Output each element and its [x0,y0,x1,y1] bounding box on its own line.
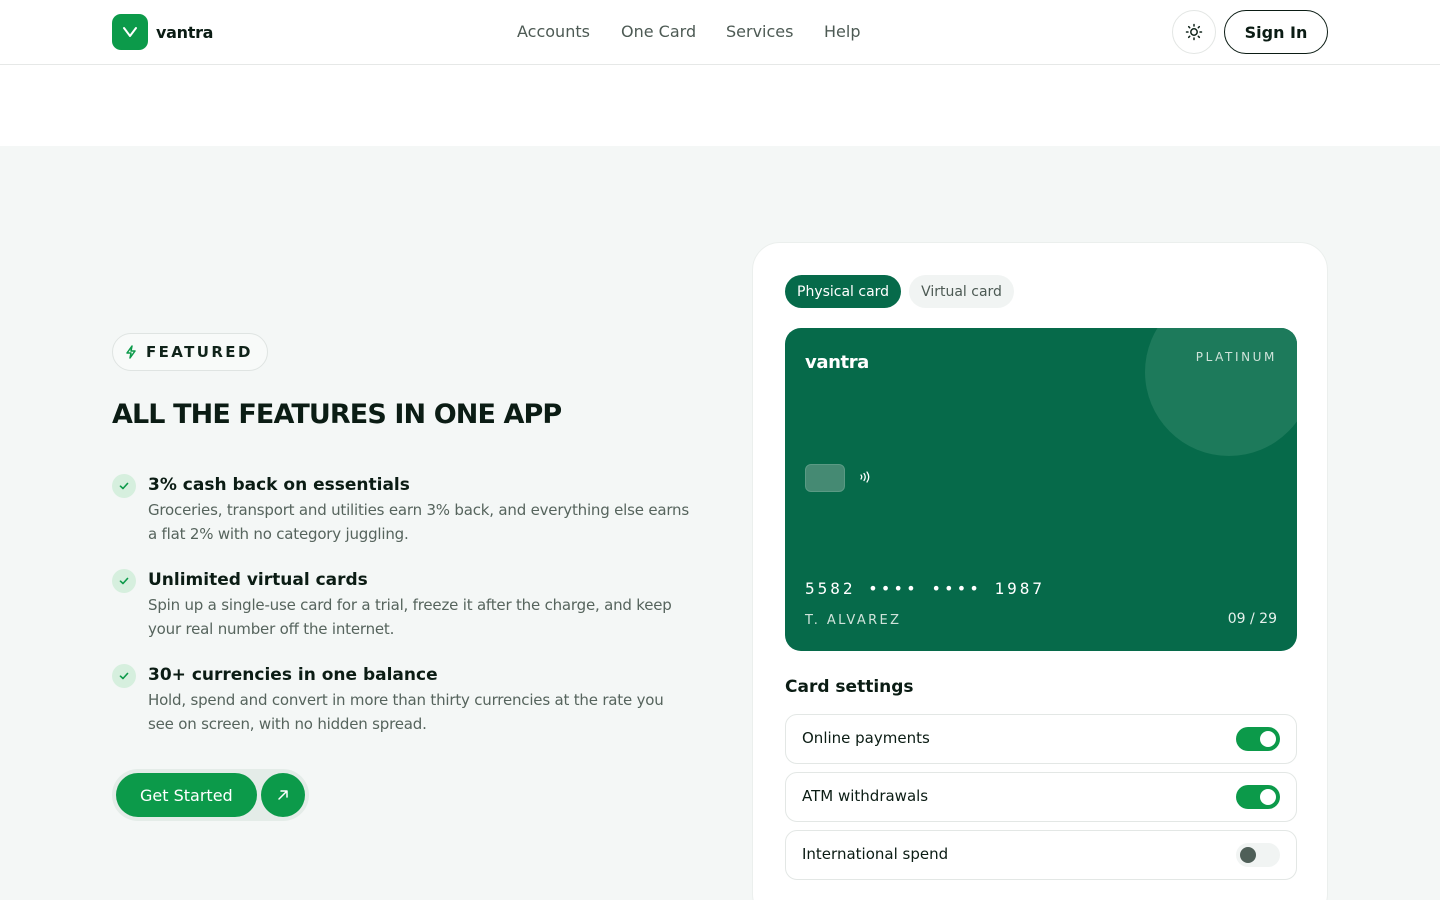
setting-online-payments: Online payments [785,714,1297,764]
get-started-arrow-button[interactable] [260,773,305,817]
cta-group: Get Started [112,769,309,821]
sign-in-button[interactable]: Sign In [1224,10,1328,54]
setting-label: Online payments [802,729,930,747]
card-chip-icon [805,464,845,492]
toggle-knob [1260,731,1276,747]
international-spend-toggle[interactable] [1236,843,1280,867]
card-type-tabs: Physical card Virtual card [785,275,1014,308]
feature-description: Hold, spend and convert in more than thi… [148,691,664,733]
card-preview: vantra PLATINUM 5582 •••• •••• 1987 T. A… [785,328,1297,651]
toggle-knob [1260,789,1276,805]
list-item: 30+ currencies in one balance Hold, spen… [112,663,692,736]
feature-description: Groceries, transport and utilities earn … [148,501,689,543]
get-started-button[interactable]: Get Started [116,773,257,817]
arrow-up-right-icon [277,790,288,800]
setting-label: International spend [802,845,949,863]
nav-accounts[interactable]: Accounts [517,22,590,41]
sun-icon [1185,23,1203,41]
card-decoration [1145,328,1297,456]
site-header: vantra Accounts One Card Services Help S… [0,0,1440,65]
feature-list: 3% cash back on essentials Groceries, tr… [112,473,692,758]
online-payments-toggle[interactable] [1236,727,1280,751]
theme-toggle-button[interactable] [1172,10,1216,54]
card-panel: Physical card Virtual card vantra PLATIN… [752,242,1328,900]
check-icon [112,664,136,688]
feature-title: 3% cash back on essentials [148,475,410,495]
logo-text: vantra [156,22,214,42]
card-expiry: 09 / 29 [1227,611,1277,627]
bolt-icon [126,345,136,359]
check-icon [112,569,136,593]
contactless-icon [860,471,870,483]
tab-virtual-card[interactable]: Virtual card [909,275,1014,308]
setting-label: ATM withdrawals [802,787,929,805]
atm-withdrawals-toggle[interactable] [1236,785,1280,809]
setting-atm-withdrawals: ATM withdrawals [785,772,1297,822]
list-item: 3% cash back on essentials Groceries, tr… [112,473,692,546]
logo[interactable]: vantra [112,14,213,50]
card-holder: T. ALVAREZ [805,613,902,628]
check-icon [112,474,136,498]
nav-services[interactable]: Services [726,22,793,41]
nav-help[interactable]: Help [824,22,860,41]
card-settings-title: Card settings [785,677,914,697]
feature-title: 30+ currencies in one balance [148,665,438,685]
toggle-knob [1240,847,1256,863]
card-brand: vantra [805,352,869,373]
card-tier: PLATINUM [1195,350,1277,364]
section-headline: ALL THE FEATURES IN ONE APP [112,399,562,430]
feature-description: Spin up a single-use card for a trial, f… [148,596,672,638]
featured-badge-label: FEATURED [146,343,253,361]
logo-mark-icon [112,14,148,50]
nav-one-card[interactable]: One Card [621,22,696,41]
main-nav: Accounts One Card Services Help [517,22,860,41]
setting-international-spend: International spend [785,830,1297,880]
tab-physical-card[interactable]: Physical card [785,275,902,308]
featured-badge: FEATURED [112,333,268,371]
list-item: Unlimited virtual cards Spin up a single… [112,568,692,641]
card-number: 5582 •••• •••• 1987 [805,579,1046,598]
feature-title: Unlimited virtual cards [148,570,368,590]
